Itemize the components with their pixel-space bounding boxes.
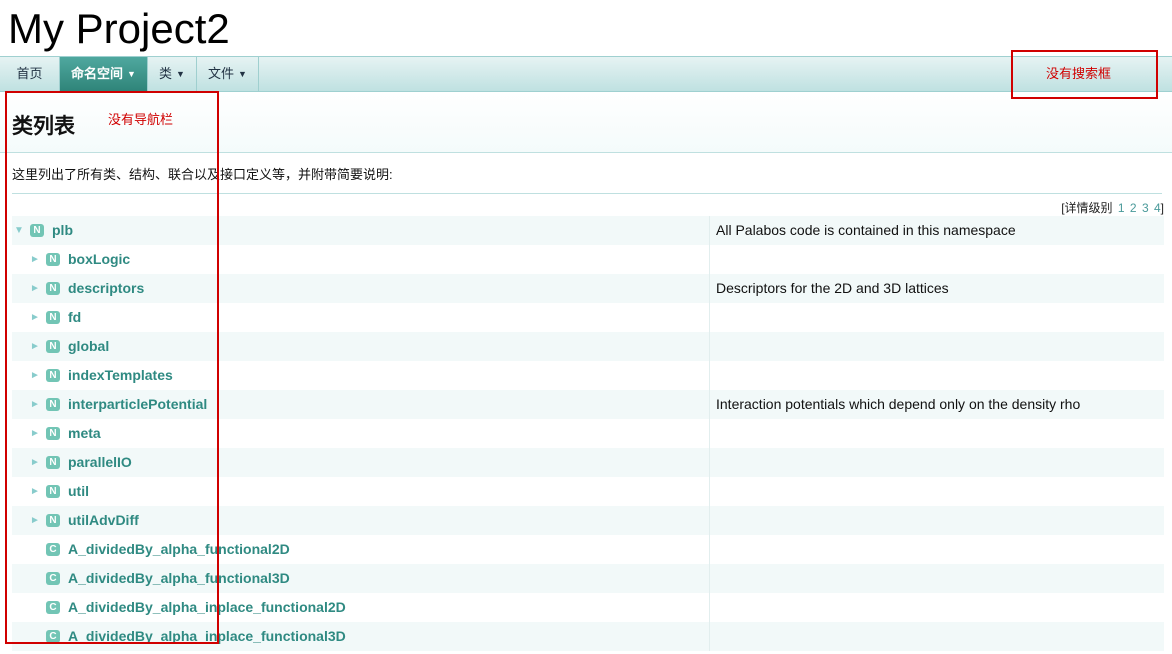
chevron-down-icon: ▼	[176, 69, 185, 79]
column-divider	[709, 216, 710, 245]
nav-home-label: 首页	[16, 66, 43, 81]
detail-level-selector: [详情级别 1 2 3 4]	[1061, 199, 1164, 216]
annotation-nav-text: 没有导航栏	[108, 112, 174, 127]
column-divider	[709, 419, 710, 448]
chevron-down-icon: ▼	[127, 69, 136, 79]
detail-level-1[interactable]: 1	[1118, 201, 1125, 215]
tree-item-description: Descriptors for the 2D and 3D lattices	[716, 280, 949, 296]
nav-namespaces-label: 命名空间	[71, 66, 124, 81]
nav-namespaces[interactable]: 命名空间 ▼	[60, 57, 148, 91]
column-divider	[709, 622, 710, 651]
annotation-search-text: 没有搜索框	[1046, 66, 1112, 81]
column-divider	[709, 448, 710, 477]
main-navbar: 首页 命名空间 ▼ 类 ▼ 文件 ▼	[0, 56, 1172, 92]
column-divider	[709, 535, 710, 564]
annotation-nav-box	[5, 91, 219, 644]
nav-files-label: 文件	[208, 66, 235, 81]
nav-classes-label: 类	[159, 66, 173, 81]
column-divider	[709, 332, 710, 361]
project-title: My Project2	[8, 5, 230, 52]
column-divider	[709, 274, 710, 303]
column-divider	[709, 506, 710, 535]
chevron-down-icon: ▼	[238, 69, 247, 79]
column-divider	[709, 593, 710, 622]
detail-level-suffix: ]	[1160, 201, 1164, 215]
column-divider	[709, 564, 710, 593]
detail-level-label: [详情级别	[1061, 201, 1113, 215]
detail-level-4[interactable]: 4	[1154, 201, 1161, 215]
column-divider	[709, 361, 710, 390]
tree-item-description: Interaction potentials which depend only…	[716, 396, 1081, 412]
column-divider	[709, 477, 710, 506]
nav-home[interactable]: 首页	[0, 57, 60, 91]
tree-item-description: All Palabos code is contained in this na…	[716, 222, 1016, 238]
detail-level-2[interactable]: 2	[1130, 201, 1137, 215]
nav-classes[interactable]: 类 ▼	[148, 57, 197, 91]
nav-files[interactable]: 文件 ▼	[197, 57, 259, 91]
detail-level-3[interactable]: 3	[1142, 201, 1149, 215]
column-divider	[709, 245, 710, 274]
column-divider	[709, 303, 710, 332]
column-divider	[709, 390, 710, 419]
